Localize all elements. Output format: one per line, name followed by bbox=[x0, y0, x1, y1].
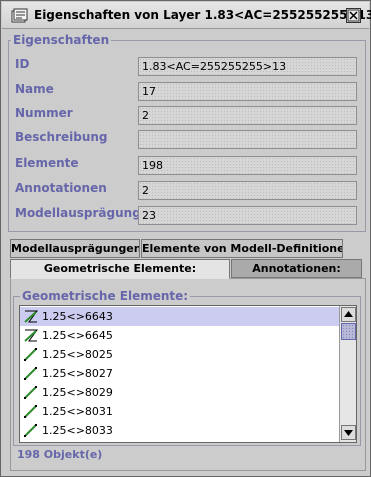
scroll-down-icon[interactable] bbox=[341, 425, 356, 440]
geometric-elements-list[interactable]: 1.25<>6643 1.25<>6645 1.25<>8025 1.25<>8… bbox=[19, 305, 357, 443]
scroll-up-icon[interactable] bbox=[341, 307, 356, 322]
elements-label: Elemente bbox=[15, 156, 79, 170]
line-element-icon bbox=[24, 348, 37, 361]
list-item-label: 1.25<>8027 bbox=[42, 367, 113, 380]
list-item-label: 1.25<>8025 bbox=[42, 348, 113, 361]
tab-annotations[interactable]: Annotationen: bbox=[231, 259, 362, 278]
description-field bbox=[138, 130, 357, 149]
name-field: 17 bbox=[138, 82, 357, 101]
list-item[interactable]: 1.25<>6645 bbox=[20, 326, 340, 345]
geometric-elements-legend: Geometrische Elemente: bbox=[20, 289, 191, 303]
window-title: Eigenschaften von Layer 1.83<AC=25525525… bbox=[34, 8, 371, 22]
tab-geometric-elements[interactable]: Geometrische Elemente: bbox=[10, 259, 230, 279]
number-field: 2 bbox=[138, 106, 357, 125]
list-item-label: 1.25<>6643 bbox=[42, 310, 113, 323]
list-item[interactable]: 1.25<>8029 bbox=[20, 383, 340, 402]
annotations-label: Annotationen bbox=[15, 181, 107, 195]
title-bar[interactable]: Eigenschaften von Layer 1.83<AC=25525525… bbox=[2, 2, 371, 29]
tab-model-definition-elements[interactable]: Elemente von Modell-Definitionen: bbox=[141, 239, 343, 258]
name-label: Name bbox=[15, 82, 54, 96]
polyline-element-icon bbox=[24, 329, 38, 342]
id-field: 1.83<AC=255255255>13 bbox=[138, 57, 357, 76]
list-item-label: 1.25<>6645 bbox=[42, 329, 113, 342]
line-element-icon bbox=[24, 367, 37, 380]
line-element-icon bbox=[24, 386, 37, 399]
properties-window: Eigenschaften von Layer 1.83<AC=25525525… bbox=[0, 0, 371, 477]
annotations-field: 2 bbox=[138, 181, 357, 200]
list-item[interactable]: 1.25<>8027 bbox=[20, 364, 340, 383]
list-item[interactable]: 1.25<>6643 bbox=[20, 307, 340, 326]
vertical-scrollbar[interactable] bbox=[339, 306, 356, 442]
object-count-status: 198 Objekt(e) bbox=[17, 448, 103, 461]
tab-model-instances[interactable]: Modellausprägungen: bbox=[10, 239, 140, 258]
polyline-element-icon bbox=[24, 310, 38, 323]
scrollbar-thumb[interactable] bbox=[341, 323, 356, 340]
list-item[interactable]: 1.25<>8031 bbox=[20, 402, 340, 421]
list-item-label: 1.25<>8033 bbox=[42, 424, 113, 437]
id-label: ID bbox=[15, 57, 30, 71]
number-label: Nummer bbox=[15, 106, 73, 120]
properties-group-legend: Eigenschaften bbox=[11, 33, 112, 47]
description-label: Beschreibung bbox=[15, 130, 108, 144]
line-element-icon bbox=[24, 405, 37, 418]
layer-properties-icon bbox=[11, 8, 29, 24]
elements-field: 198 bbox=[138, 156, 357, 175]
list-item-label: 1.25<>8029 bbox=[42, 386, 113, 399]
model-instances-field: 23 bbox=[138, 206, 357, 225]
list-item[interactable]: 1.25<>8033 bbox=[20, 421, 340, 440]
list-item[interactable]: 1.25<>8025 bbox=[20, 345, 340, 364]
list-item-label: 1.25<>8031 bbox=[42, 405, 113, 418]
line-element-icon bbox=[24, 424, 37, 437]
close-icon[interactable] bbox=[346, 8, 361, 23]
model-instances-label: Modellausprägungen bbox=[15, 206, 158, 220]
